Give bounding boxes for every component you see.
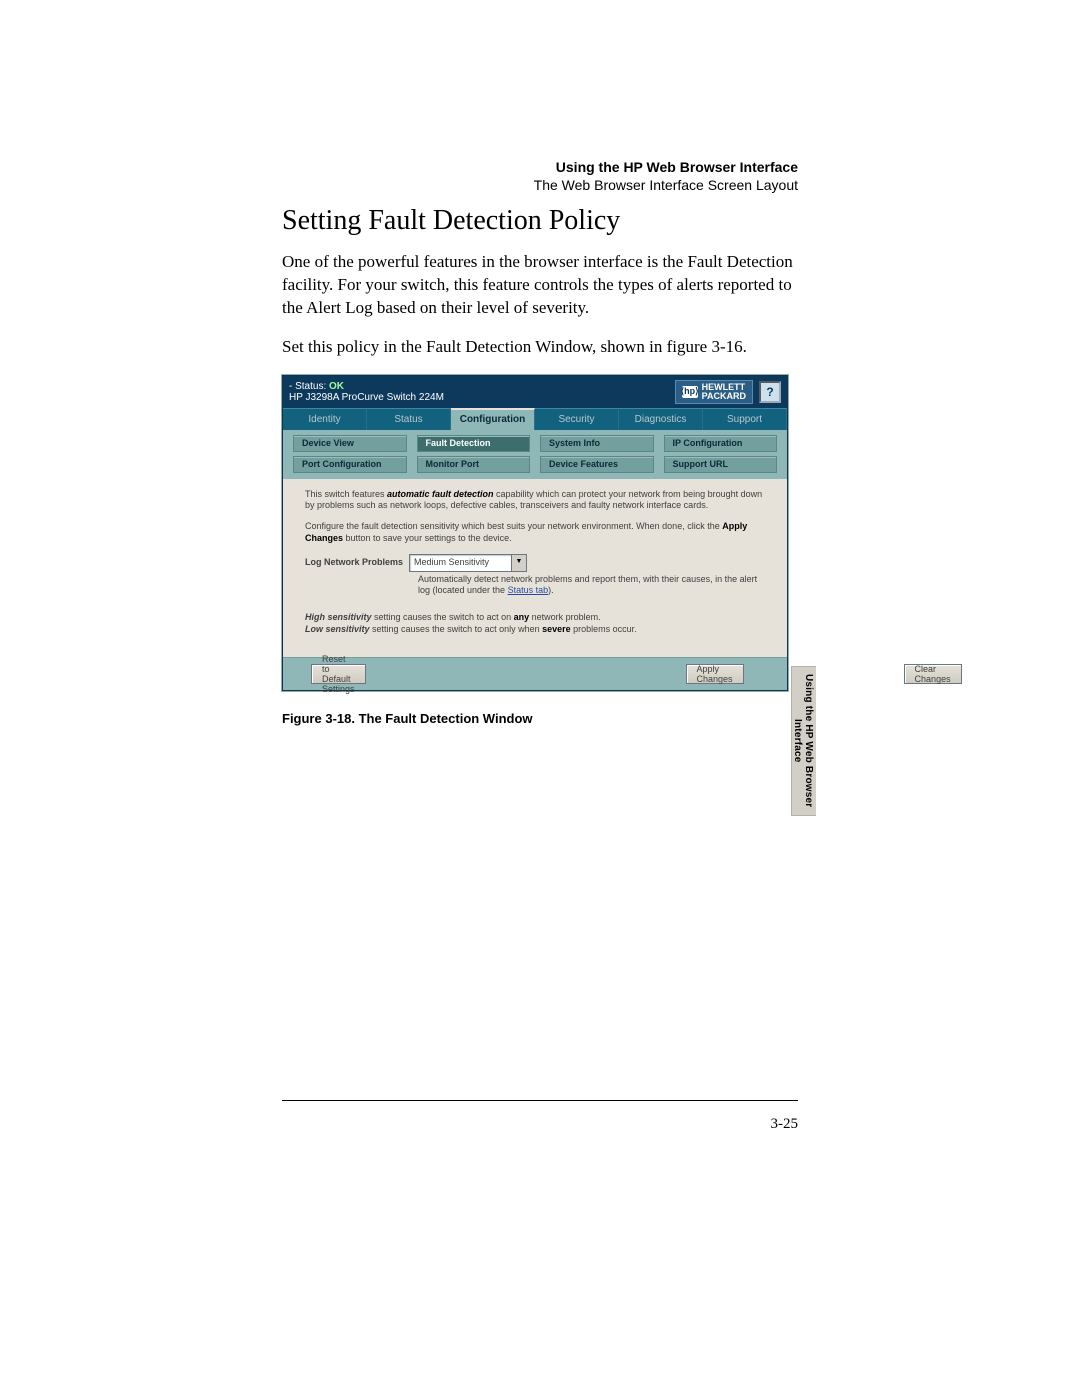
running-head: Using the HP Web Browser Interface The W… <box>534 158 798 194</box>
status-label: - Status: <box>289 381 326 392</box>
tab-configuration[interactable]: Configuration <box>451 408 535 430</box>
reset-button[interactable]: Reset to Default Settings <box>311 664 366 684</box>
button-bar: Reset to Default Settings Apply Changes … <box>283 657 787 690</box>
tab-diagnostics[interactable]: Diagnostics <box>619 408 703 430</box>
device-name: HP J3298A ProCurve Switch 224M <box>289 392 444 403</box>
text-fragment: setting causes the switch to act on <box>372 612 514 622</box>
figure-fault-detection-window: - Status: OK HP J3298A ProCurve Switch 2… <box>282 375 812 726</box>
text-fragment: problems occur. <box>571 624 637 634</box>
text-fragment: ). <box>548 585 554 595</box>
text-fragment: network problem. <box>529 612 601 622</box>
log-network-problems-label: Log Network Problems <box>305 557 403 568</box>
sensitivity-helper: Automatically detect network problems an… <box>418 574 765 597</box>
panel-content: This switch features automatic fault det… <box>283 479 787 643</box>
app-window: - Status: OK HP J3298A ProCurve Switch 2… <box>282 375 788 691</box>
thumb-tab: Using the HP Web Browser Interface <box>791 666 816 816</box>
sensitivity-value: Medium Sensitivity <box>414 557 489 568</box>
text-fragment: Automatically detect network problems an… <box>418 574 757 595</box>
intro-paragraph-1: This switch features automatic fault det… <box>305 489 765 512</box>
body-paragraph-2: Set this policy in the Fault Detection W… <box>282 336 812 359</box>
text-fragment: setting causes the switch to act only wh… <box>370 624 543 634</box>
text-fragment: Configure the fault detection sensitivit… <box>305 521 722 531</box>
hp-logo-text2: PACKARD <box>702 392 746 401</box>
page-number: 3-25 <box>771 1116 799 1133</box>
help-button[interactable]: ? <box>759 381 781 403</box>
subtab-monitor-port[interactable]: Monitor Port <box>417 456 531 473</box>
body-paragraph-1: One of the powerful features in the brow… <box>282 251 812 320</box>
running-head-sub: The Web Browser Interface Screen Layout <box>534 176 798 194</box>
running-head-title: Using the HP Web Browser Interface <box>534 158 798 176</box>
hp-logo-mark-icon: ⟨hp⟩ <box>682 386 698 398</box>
subtab-device-features[interactable]: Device Features <box>540 456 654 473</box>
subtab-device-view[interactable]: Device View <box>293 435 407 452</box>
tab-security[interactable]: Security <box>535 408 619 430</box>
text-fragment-italic: High sensitivity <box>305 612 372 622</box>
thumb-tab-line1: Using the HP Web Browser <box>803 674 814 807</box>
chevron-down-icon: ▼ <box>511 555 526 571</box>
subtab-support-url[interactable]: Support URL <box>664 456 778 473</box>
text-fragment-bold: automatic fault detection <box>387 489 494 499</box>
title-bar: - Status: OK HP J3298A ProCurve Switch 2… <box>283 376 787 408</box>
thumb-tab-line2: Interface <box>792 719 803 763</box>
intro-paragraph-2: Configure the fault detection sensitivit… <box>305 521 765 544</box>
subtab-system-info[interactable]: System Info <box>540 435 654 452</box>
clear-button[interactable]: Clear Changes <box>904 664 962 684</box>
subtab-port-configuration[interactable]: Port Configuration <box>293 456 407 473</box>
tab-identity[interactable]: Identity <box>283 408 367 430</box>
section-title: Setting Fault Detection Policy <box>282 205 812 237</box>
main-tabs: Identity Status Configuration Security D… <box>283 408 787 430</box>
status-value: OK <box>329 381 344 392</box>
text-fragment: This switch features <box>305 489 387 499</box>
tab-status[interactable]: Status <box>367 408 451 430</box>
text-fragment: button to save your settings to the devi… <box>343 533 512 543</box>
text-fragment-bold: severe <box>542 624 571 634</box>
sensitivity-notes: High sensitivity setting causes the swit… <box>305 612 765 635</box>
text-fragment-italic: Low sensitivity <box>305 624 370 634</box>
tab-support[interactable]: Support <box>703 408 787 430</box>
status-tab-link[interactable]: Status tab <box>508 585 549 595</box>
sub-tabs: Device View Fault Detection System Info … <box>283 430 787 479</box>
hp-logo: ⟨hp⟩ HEWLETT PACKARD <box>675 380 753 404</box>
figure-caption: Figure 3-18. The Fault Detection Window <box>282 711 812 726</box>
text-fragment-bold: any <box>514 612 530 622</box>
subtab-ip-configuration[interactable]: IP Configuration <box>664 435 778 452</box>
status-line: - Status: OK <box>289 381 444 392</box>
apply-button[interactable]: Apply Changes <box>686 664 744 684</box>
subtab-fault-detection[interactable]: Fault Detection <box>417 435 531 452</box>
sensitivity-select[interactable]: Medium Sensitivity ▼ <box>409 554 527 572</box>
footer-rule <box>282 1100 798 1101</box>
